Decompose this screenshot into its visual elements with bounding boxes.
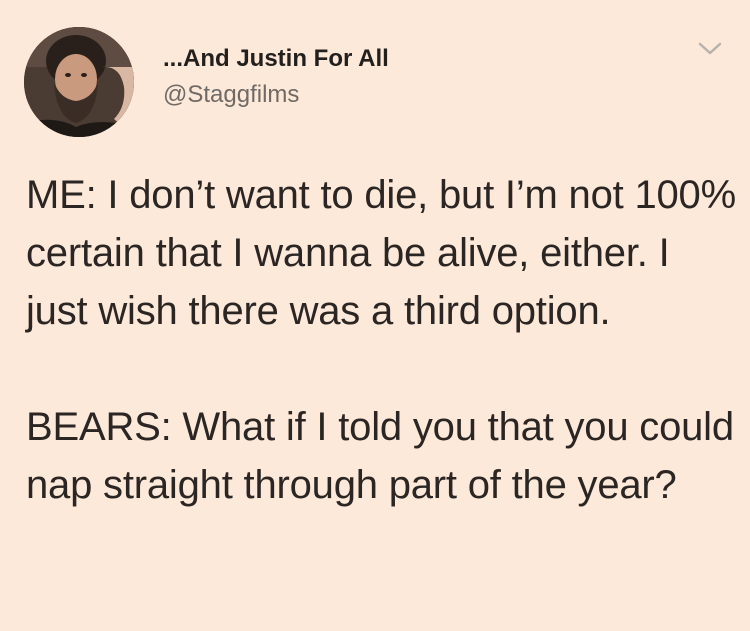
tweet-text: ME: I don’t want to die, but I’m not 100… (26, 166, 738, 514)
avatar-image (24, 27, 134, 137)
avatar[interactable] (24, 27, 134, 137)
tweet-paragraph: BEARS: What if I told you that you could… (26, 405, 734, 507)
author-block: ...And Justin For All @Staggfilms (163, 45, 389, 109)
author-display-name[interactable]: ...And Justin For All (163, 45, 389, 73)
tweet-paragraph: ME: I don’t want to die, but I’m not 100… (26, 173, 736, 333)
chevron-down-icon[interactable] (697, 40, 723, 58)
tweet-card: ...And Justin For All @Staggfilms ME: I … (0, 0, 750, 631)
author-handle[interactable]: @Staggfilms (163, 81, 389, 109)
